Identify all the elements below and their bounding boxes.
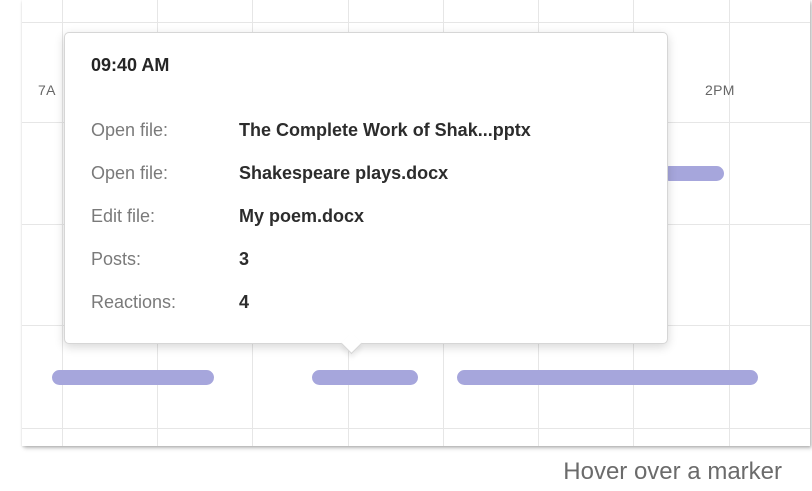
grid-line	[22, 22, 810, 23]
grid-line	[22, 428, 810, 429]
tooltip-row-label: Posts:	[91, 249, 142, 269]
activity-marker[interactable]	[662, 166, 724, 181]
activity-tooltip: 09:40 AM Open file: The Complete Work of…	[64, 32, 668, 355]
tooltip-row-value: My poem.docx	[239, 206, 365, 226]
tooltip-row-value: The Complete Work of Shak...pptx	[239, 120, 531, 140]
activity-timeline: 7A 2PM 09:40 AM Open file: The Complete …	[22, 0, 810, 446]
tooltip-time: 09:40 AM	[91, 55, 170, 75]
tooltip-row-label: Reactions:	[91, 292, 177, 312]
activity-marker[interactable]	[457, 370, 758, 385]
tooltip-row-value: 3	[239, 249, 250, 269]
tooltip-row-label: Edit file:	[91, 206, 156, 226]
time-label-2pm: 2PM	[705, 82, 735, 98]
caption: Hover over a marker	[563, 458, 782, 485]
tooltip-pointer	[340, 332, 363, 355]
activity-marker[interactable]	[52, 370, 214, 385]
activity-marker-hovered[interactable]	[312, 370, 418, 385]
tooltip-row-value: Shakespeare plays.docx	[239, 163, 449, 183]
tooltip-row-label: Open file:	[91, 120, 169, 140]
tooltip-row-value: 4	[239, 292, 250, 312]
time-label-7am: 7A	[38, 82, 56, 98]
tooltip-row-label: Open file:	[91, 163, 169, 183]
